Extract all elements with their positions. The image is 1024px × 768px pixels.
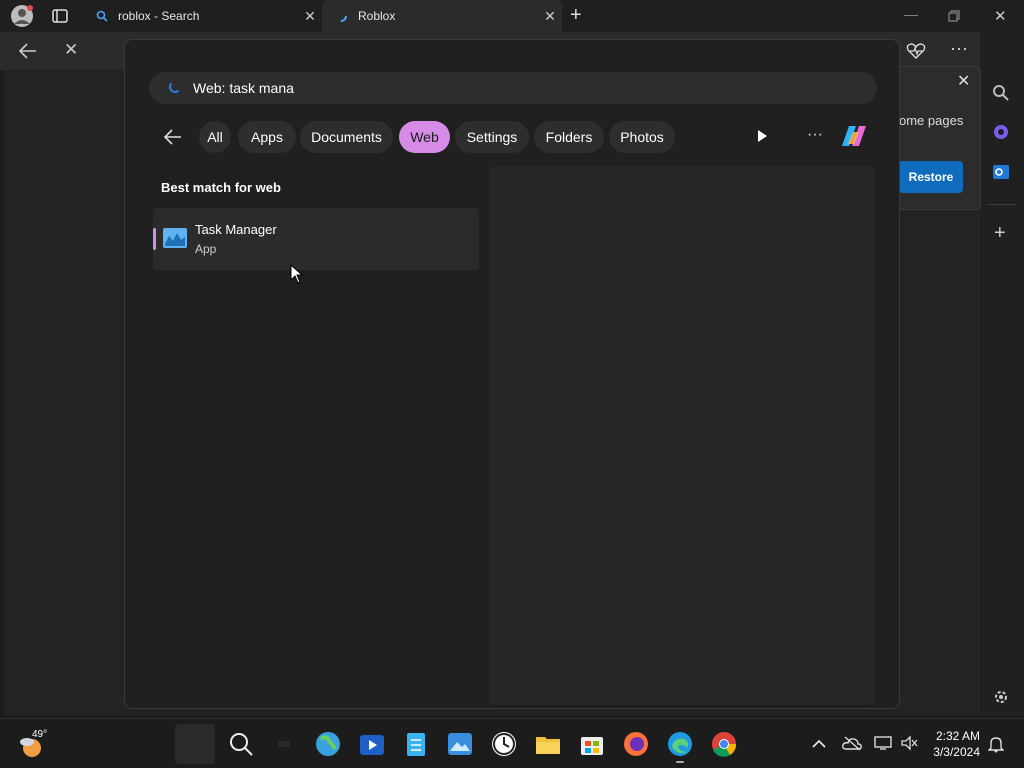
task-manager-icon [163, 228, 187, 248]
restore-button[interactable]: Restore [899, 161, 963, 193]
profile-avatar-icon[interactable] [10, 4, 34, 28]
start-button[interactable] [175, 724, 215, 764]
browser-sidebar: + [980, 32, 1024, 716]
edge-icon[interactable] [667, 731, 693, 757]
tab-close-icon[interactable]: ✕ [298, 8, 322, 25]
browser-essentials-icon[interactable] [906, 42, 926, 60]
photos-icon[interactable] [447, 731, 473, 757]
stop-loading-icon[interactable]: ✕ [64, 40, 78, 60]
firefox-icon[interactable] [623, 731, 649, 757]
add-sidebar-app-icon[interactable]: + [994, 222, 1006, 245]
new-tab-button[interactable]: + [570, 4, 582, 27]
mouse-cursor-icon [290, 264, 304, 284]
clock-time[interactable]: 2:32 AM [934, 729, 980, 743]
chevron-up-icon[interactable] [812, 739, 826, 749]
settings-more-icon[interactable]: ··· [950, 38, 968, 59]
search-query: Web: task mana [193, 80, 294, 96]
minimize-button[interactable]: — [904, 6, 918, 22]
tab-close-icon[interactable]: ✕ [538, 8, 562, 25]
filter-settings[interactable]: Settings [455, 121, 529, 153]
back-arrow-icon[interactable] [163, 128, 183, 146]
preview-pane [489, 167, 875, 705]
windows-search-flyout: Web: task mana All Apps Documents Web Se… [124, 39, 900, 709]
restore-message: ome pages [899, 113, 964, 128]
tab-title: Roblox [358, 9, 396, 23]
weather-temperature: 49° [32, 729, 48, 740]
result-name: Task Manager [195, 222, 277, 237]
media-player-icon[interactable] [359, 731, 385, 757]
copilot-icon[interactable] [839, 122, 871, 152]
file-explorer-icon[interactable] [535, 731, 561, 757]
gear-icon[interactable] [992, 688, 1010, 706]
tab-actions-icon[interactable] [52, 9, 68, 23]
filter-all[interactable]: All [199, 121, 231, 153]
back-arrow-icon[interactable] [18, 42, 38, 60]
clock-date[interactable]: 3/3/2024 [928, 745, 980, 759]
more-options-icon[interactable]: ··· [807, 126, 823, 144]
selection-indicator [153, 228, 156, 250]
task-view-icon[interactable] [278, 741, 290, 747]
play-more-filters-icon[interactable] [755, 129, 769, 143]
search-icon[interactable] [992, 84, 1010, 102]
volume-muted-icon[interactable] [900, 735, 918, 751]
result-kind: App [195, 242, 217, 256]
filter-web[interactable]: Web [399, 121, 450, 153]
results-list: Best match for web Task Manager App [153, 170, 483, 710]
filter-folders[interactable]: Folders [534, 121, 604, 153]
chrome-icon[interactable] [711, 731, 737, 757]
section-title: Best match for web [161, 180, 281, 195]
sidebar-divider [988, 204, 1016, 205]
search-icon[interactable] [228, 731, 254, 757]
taskbar: 49° 2:32 AM 3/3/2024 [0, 718, 1024, 768]
onedrive-offline-icon[interactable] [842, 735, 862, 751]
outlook-icon[interactable] [992, 163, 1010, 181]
bing-search-icon [96, 10, 108, 22]
loading-spinner-icon [335, 10, 347, 22]
tab-title: roblox - Search [118, 9, 200, 23]
filter-photos[interactable]: Photos [609, 121, 675, 153]
filter-apps[interactable]: Apps [238, 121, 296, 153]
best-match-task-manager[interactable]: Task Manager App [153, 208, 479, 270]
tab-roblox[interactable]: Roblox ✕ [322, 0, 562, 32]
restore-window-icon[interactable] [948, 10, 960, 22]
search-progress-icon [169, 81, 181, 93]
filter-documents[interactable]: Documents [300, 121, 393, 153]
edge-active-indicator [676, 761, 684, 763]
tab-roblox-search[interactable]: roblox - Search ✕ [86, 0, 322, 32]
network-icon[interactable] [874, 735, 892, 751]
copilot-sidebar-icon[interactable] [992, 123, 1010, 141]
tab-bar: roblox - Search ✕ Roblox ✕ + — ✕ [0, 0, 1024, 32]
notification-bell-icon[interactable] [988, 735, 1004, 753]
microsoft-store-icon[interactable] [579, 731, 605, 757]
notepad-icon[interactable] [403, 731, 429, 757]
search-input[interactable]: Web: task mana [149, 72, 877, 104]
close-window-button[interactable]: ✕ [994, 7, 1007, 25]
maps-icon[interactable] [315, 731, 341, 757]
clock-icon[interactable] [491, 731, 517, 757]
close-icon[interactable]: ✕ [957, 71, 970, 91]
